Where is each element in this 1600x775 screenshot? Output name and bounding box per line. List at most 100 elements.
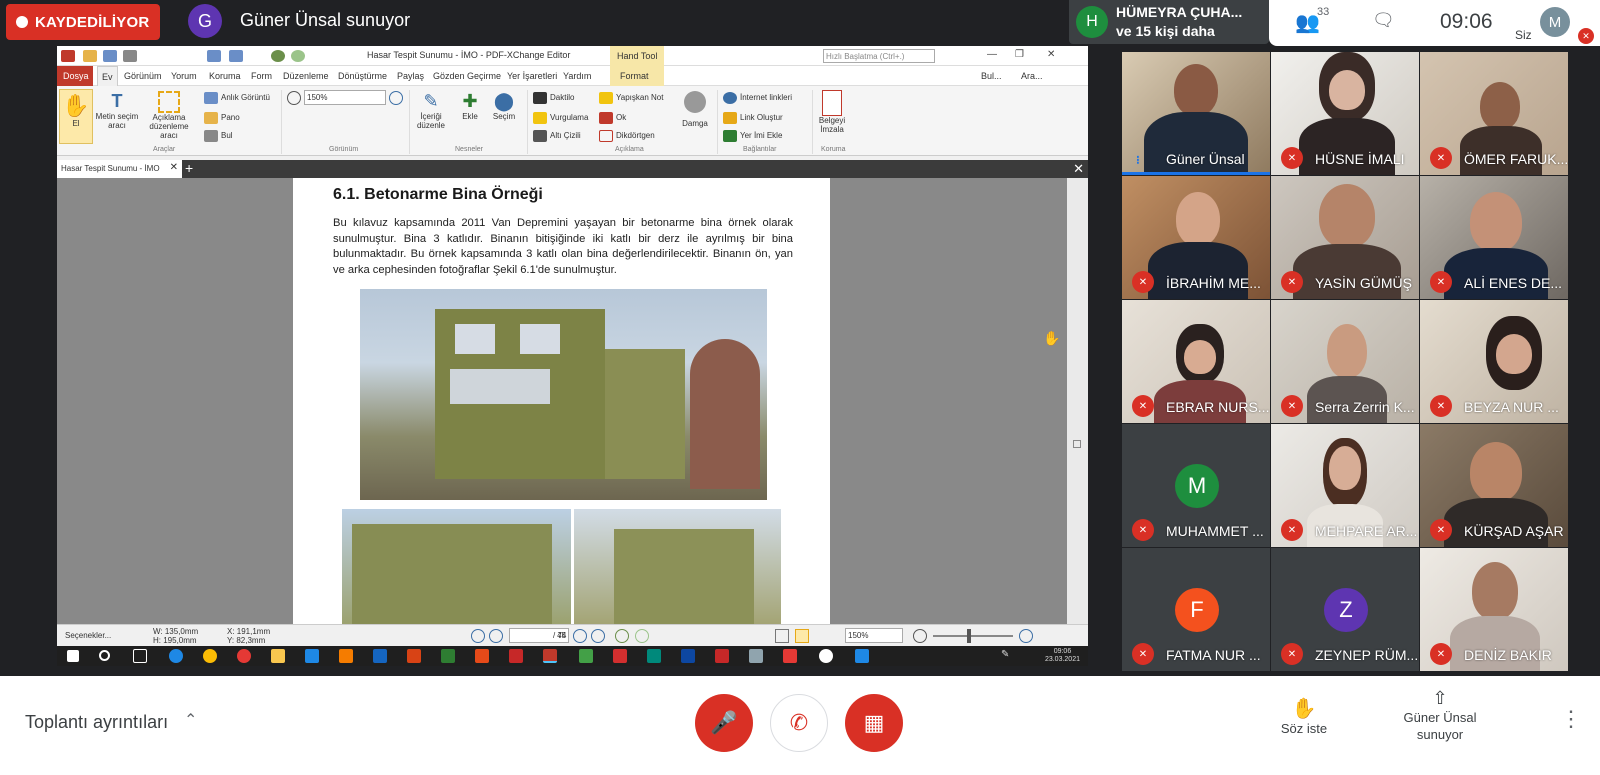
- file-explorer-icon[interactable]: [271, 649, 285, 663]
- forward-icon[interactable]: [291, 50, 305, 62]
- highlight-button[interactable]: Vurgulama: [533, 112, 588, 124]
- menu-donusturme[interactable]: Dönüştürme: [338, 71, 387, 81]
- windows-start-icon[interactable]: [67, 650, 79, 662]
- participant-tile[interactable]: ✕ KÜRŞAD AŞAR: [1420, 424, 1568, 547]
- menu-yorum[interactable]: Yorum: [171, 71, 197, 81]
- camera-toggle-button[interactable]: ▦: [845, 694, 903, 752]
- participant-tile[interactable]: ✕ Serra Zerrin K...: [1271, 300, 1419, 423]
- menu-form[interactable]: Form: [251, 71, 272, 81]
- create-link-button[interactable]: Link Oluştur: [723, 112, 783, 124]
- zoom-select[interactable]: 150%: [304, 90, 386, 105]
- selection-button[interactable]: ⬤ Seçim: [489, 91, 519, 121]
- back-icon[interactable]: [271, 50, 285, 62]
- chevron-up-icon[interactable]: ⌃: [184, 710, 197, 730]
- participant-tile[interactable]: F ✕ FATMA NUR ...: [1122, 548, 1270, 671]
- search-icon[interactable]: [99, 650, 110, 661]
- edge-icon[interactable]: [169, 649, 183, 663]
- clipboard-button[interactable]: Pano: [204, 112, 240, 124]
- word-icon[interactable]: [373, 649, 387, 663]
- menu-format[interactable]: Format: [610, 66, 664, 86]
- open-icon[interactable]: [83, 50, 97, 62]
- participant-tile[interactable]: ✕ ÖMER FARUK...: [1420, 52, 1568, 175]
- powerpoint-icon[interactable]: [407, 649, 421, 663]
- last-page-icon[interactable]: [591, 629, 605, 643]
- chrome-icon[interactable]: [203, 649, 217, 663]
- annotation-tool-button[interactable]: Açıklama düzenleme aracı: [143, 91, 195, 140]
- menu-yardim[interactable]: Yardım: [563, 71, 591, 81]
- sticky-note-button[interactable]: Yapışkan Not: [599, 92, 663, 104]
- zoom-slider-thumb[interactable]: [967, 629, 971, 643]
- participant-tile[interactable]: ✕ BEYZA NUR ...: [1420, 300, 1568, 423]
- meeting-details-button[interactable]: Toplantı ayrıntıları: [25, 712, 168, 733]
- pdf-icon[interactable]: [715, 649, 729, 663]
- vlc-icon[interactable]: [339, 649, 353, 663]
- back-view-icon[interactable]: [615, 629, 629, 643]
- menu-ev[interactable]: Ev: [97, 66, 118, 86]
- participant-tile[interactable]: Z ✕ ZEYNEP RÜM...: [1271, 548, 1419, 671]
- mic-toggle-button[interactable]: 🎤: [695, 694, 753, 752]
- app-icon[interactable]: [647, 649, 661, 663]
- presenting-button[interactable]: ⇧ Güner Ünsal sunuyor: [1385, 688, 1495, 743]
- zoom-out-icon[interactable]: [287, 91, 301, 105]
- participant-tile[interactable]: ✕ ALİ ENES DE...: [1420, 176, 1568, 299]
- participant-tile[interactable]: ✕ YASİN GÜMÜŞ: [1271, 176, 1419, 299]
- text-select-tool-button[interactable]: T Metin seçim aracı: [95, 91, 139, 130]
- menu-duzenleme[interactable]: Düzenleme: [283, 71, 329, 81]
- menu-dosya[interactable]: Dosya: [57, 66, 93, 86]
- sign-document-button[interactable]: Belgeyi İmzala: [817, 90, 847, 134]
- restore-icon[interactable]: ❐: [1015, 49, 1024, 60]
- self-avatar[interactable]: M: [1540, 7, 1570, 37]
- pdf-xchange-taskbar-icon[interactable]: [543, 649, 557, 663]
- zoom-in-icon[interactable]: [389, 91, 403, 105]
- menu-gozden-gecirme[interactable]: Gözden Geçirme: [433, 71, 501, 81]
- hand-tool-button[interactable]: ✋ El: [59, 89, 93, 144]
- app-icon[interactable]: [475, 649, 489, 663]
- close-window-icon[interactable]: ✕: [1047, 49, 1055, 60]
- zoom-slider[interactable]: [933, 635, 1013, 637]
- underline-button[interactable]: Altı Çizili: [533, 130, 581, 142]
- find-button[interactable]: Bul: [204, 130, 233, 142]
- undo-icon[interactable]: [207, 50, 221, 62]
- raise-hand-button[interactable]: ✋ Söz iste: [1264, 696, 1344, 736]
- next-page-icon[interactable]: [573, 629, 587, 643]
- app-icon[interactable]: [749, 649, 763, 663]
- prev-page-icon[interactable]: [489, 629, 503, 643]
- app-icon[interactable]: [855, 649, 869, 663]
- close-tab-icon[interactable]: ✕: [170, 162, 178, 173]
- minimize-icon[interactable]: —: [987, 49, 997, 60]
- redo-icon[interactable]: [229, 50, 243, 62]
- add-bookmark-button[interactable]: Yer İmi Ekle: [723, 130, 782, 142]
- opera-icon[interactable]: [237, 649, 251, 663]
- vertical-scrollbar[interactable]: [1067, 178, 1088, 624]
- task-view-icon[interactable]: [133, 649, 147, 663]
- continuous-page-icon[interactable]: [795, 629, 809, 643]
- options-menu[interactable]: Seçenekler...: [65, 631, 111, 640]
- more-options-icon[interactable]: ⋮: [1560, 706, 1582, 732]
- print-icon[interactable]: [123, 50, 137, 62]
- participant-tile[interactable]: ✕ EBRAR NURS...: [1122, 300, 1270, 423]
- menu-paylas[interactable]: Paylaş: [397, 71, 424, 81]
- forward-view-icon[interactable]: [635, 629, 649, 643]
- mail-icon[interactable]: [305, 649, 319, 663]
- menu-koruma[interactable]: Koruma: [209, 71, 241, 81]
- participant-tile[interactable]: ⁝ Güner Ünsal: [1122, 52, 1270, 175]
- first-page-icon[interactable]: [471, 629, 485, 643]
- edit-content-button[interactable]: ✎ İçeriği düzenle: [413, 91, 449, 130]
- document-tab[interactable]: Hasar Tespit Sunumu - İMO ✕: [57, 160, 182, 178]
- statusbar-zoom-in-icon[interactable]: [1019, 629, 1033, 643]
- participant-tile[interactable]: ✕ İBRAHİM ME...: [1122, 176, 1270, 299]
- scroll-thumb[interactable]: [1073, 440, 1081, 448]
- insert-button[interactable]: ✚ Ekle: [455, 91, 485, 121]
- app-icon[interactable]: [819, 649, 833, 663]
- app-icon[interactable]: [509, 649, 523, 663]
- stamp-button[interactable]: Damga: [677, 91, 713, 128]
- acrobat-icon[interactable]: [613, 649, 627, 663]
- quick-launch-search[interactable]: Hızlı Başlatma (Ctrl+.): [823, 49, 935, 63]
- menu-bul[interactable]: Bul...: [981, 71, 1002, 81]
- internet-links-button[interactable]: İnternet linkleri: [723, 92, 792, 104]
- arrow-button[interactable]: Ok: [599, 112, 626, 124]
- chat-icon[interactable]: 🗨: [1372, 10, 1395, 31]
- document-viewer[interactable]: 6.1. Betonarme Bina Örneği Bu kılavuz ka…: [57, 178, 1067, 624]
- participant-tile[interactable]: M ✕ MUHAMMET ...: [1122, 424, 1270, 547]
- yandex-icon[interactable]: [783, 649, 797, 663]
